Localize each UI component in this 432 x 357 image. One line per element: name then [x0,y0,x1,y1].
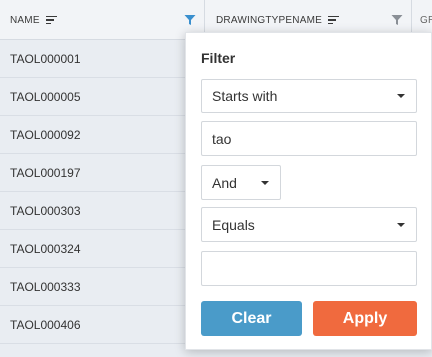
clear-button[interactable]: Clear [201,301,302,336]
logic-operator-value: And [212,174,237,191]
caret-down-icon [397,94,405,98]
sort-icon[interactable] [45,15,57,25]
condition2-value-input[interactable] [201,251,417,286]
cell-name: TAOL000406 [10,317,81,332]
sort-icon[interactable] [327,15,339,25]
filter-icon[interactable] [391,14,403,26]
condition1-operator-select[interactable]: Starts with [201,79,417,113]
cell-name: TAOL000333 [10,279,81,294]
filter-popup: Filter Starts with tao And Equals Clear … [185,32,432,350]
cell-name: TAOL000324 [10,241,81,256]
caret-down-icon [261,180,269,185]
cell-name: TAOL000303 [10,203,81,218]
caret-down-icon [397,222,405,227]
apply-button[interactable]: Apply [313,301,417,336]
column-header-name[interactable]: NAME [0,0,205,40]
column-header-name-label: NAME [10,14,40,26]
cell-name: TAOL000092 [10,127,81,142]
column-header-drawingtypename-label: DRAWINGTYPENAME [216,14,322,26]
condition2-operator-select[interactable]: Equals [201,207,417,242]
filter-title: Filter [201,50,236,66]
cell-name: TAOL000005 [10,89,81,104]
cell-name: TAOL000197 [10,165,81,180]
logic-operator-select[interactable]: And [201,165,281,200]
condition2-operator-value: Equals [212,216,255,233]
condition1-value-text: tao [212,130,232,147]
condition1-operator-value: Starts with [212,88,278,104]
filter-icon[interactable] [184,14,196,26]
column-header-extra-label: GR [420,14,432,26]
condition1-value-input[interactable]: tao [201,121,417,156]
cell-name: TAOL000001 [10,51,81,66]
